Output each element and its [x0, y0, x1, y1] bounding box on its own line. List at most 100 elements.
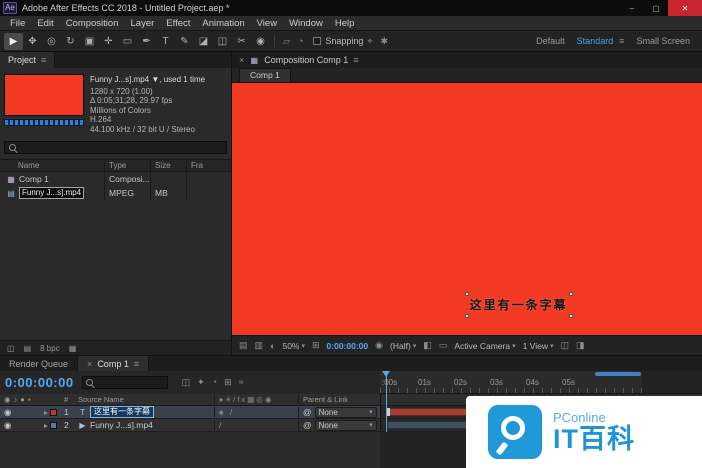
brush-tool-icon[interactable]: ✎ — [175, 33, 194, 50]
pen-tool-icon[interactable]: ✒ — [137, 33, 156, 50]
pickwhip-icon[interactable]: @ — [303, 407, 312, 417]
layer-name[interactable]: Funny J...s].mp4 — [90, 420, 153, 430]
region-of-interest-icon[interactable]: ▭ — [439, 340, 448, 351]
playhead[interactable] — [386, 371, 387, 432]
selection-tool-icon[interactable]: ▶ — [4, 33, 23, 50]
menu-help[interactable]: Help — [329, 18, 361, 29]
zoom-tool-icon[interactable]: ◎ — [42, 33, 61, 50]
frame-blend-icon[interactable]: ⊞ — [224, 377, 232, 388]
panel-menu-icon[interactable]: ≡ — [353, 55, 358, 65]
hand-tool-icon[interactable]: ✥ — [23, 33, 42, 50]
project-search-input[interactable] — [20, 142, 222, 153]
interpret-footage-icon[interactable]: ◫ — [7, 344, 15, 353]
mask-option-icon[interactable]: ▱ — [283, 36, 290, 47]
layer-switches[interactable]: / — [214, 420, 298, 430]
stroke-option-icon[interactable]: ◔ — [298, 36, 303, 46]
workspace-standard[interactable]: Standard — [577, 36, 614, 46]
selected-text-layer[interactable]: 这里有一条字幕 — [470, 296, 568, 314]
tab-close-icon[interactable]: × — [87, 359, 92, 369]
parent-dropdown[interactable]: None ▾ — [315, 407, 377, 418]
eraser-tool-icon[interactable]: ◫ — [213, 33, 232, 50]
table-row-comp1[interactable]: ▦ Comp 1 Composi... — [0, 172, 231, 186]
column-layer-number[interactable]: # — [64, 395, 78, 404]
workspace-default[interactable]: Default — [536, 36, 565, 46]
tab-composition-comp1[interactable]: Composition Comp 1 — [264, 55, 348, 65]
clone-stamp-tool-icon[interactable]: ◪ — [194, 33, 213, 50]
menu-animation[interactable]: Animation — [196, 18, 250, 29]
motion-blur-icon[interactable]: ≈ — [239, 377, 244, 388]
viewer-timecode[interactable]: 0:00:00:00 — [327, 341, 369, 351]
zoom-dropdown[interactable]: 50% ▾ — [282, 341, 305, 351]
viewer-tab-comp1[interactable]: Comp 1 — [239, 68, 291, 82]
item-name[interactable]: Funny J...s].mp4 — [19, 187, 84, 199]
snap-options-icon[interactable]: ✱ — [380, 36, 388, 47]
close-button[interactable]: ✕ — [668, 0, 702, 16]
selection-handle[interactable] — [569, 292, 573, 296]
camera-tool-icon[interactable]: ▣ — [80, 33, 99, 50]
panel-menu-icon[interactable]: ≡ — [41, 55, 46, 65]
pickwhip-icon[interactable]: @ — [303, 420, 312, 430]
column-parent-link[interactable]: Parent & Link — [298, 395, 380, 404]
pan-behind-tool-icon[interactable]: ✛ — [99, 33, 118, 50]
maximize-button[interactable]: ▢ — [644, 0, 668, 16]
new-composition-icon[interactable]: ▦ — [69, 344, 77, 353]
audio-icon[interactable]: ♪ — [14, 395, 18, 404]
tab-timeline-comp1[interactable]: × Comp 1 ≡ — [78, 356, 149, 371]
table-row-footage[interactable]: ▤ Funny J...s].mp4 MPEG MB — [0, 186, 231, 200]
layer-name[interactable]: 这里有一条字幕 — [90, 406, 154, 418]
snapping-checkbox[interactable] — [313, 37, 321, 45]
menu-file[interactable]: File — [4, 18, 31, 29]
snapshot-icon[interactable]: ◉ — [375, 340, 383, 351]
new-folder-icon[interactable]: ▤ — [24, 344, 32, 353]
time-ruler[interactable]: :00s 01s 02s 03s 04s 05s — [380, 371, 702, 394]
column-size[interactable]: Size — [150, 160, 186, 171]
type-tool-icon[interactable]: T — [156, 33, 175, 50]
expand-arrow-icon[interactable]: ▸ — [44, 408, 48, 417]
layer-switches-icons[interactable]: ♠✳/fx▦◎◉ — [214, 395, 298, 404]
view-layout-dropdown[interactable]: 1 View ▾ — [523, 341, 554, 351]
menu-layer[interactable]: Layer — [125, 18, 161, 29]
tab-project[interactable]: Project ≡ — [0, 52, 55, 68]
tab-render-queue[interactable]: Render Queue — [0, 356, 78, 371]
tab-close-icon[interactable]: × — [239, 55, 244, 65]
menu-composition[interactable]: Composition — [60, 18, 125, 29]
puppet-tool-icon[interactable]: ◉ — [251, 33, 270, 50]
pixel-aspect-icon[interactable]: ◫ — [560, 340, 569, 351]
menu-effect[interactable]: Effect — [160, 18, 196, 29]
column-type[interactable]: Type — [104, 160, 150, 171]
workspace-small-screen[interactable]: Small Screen — [636, 36, 690, 46]
magnification-icon[interactable]: ▥ — [255, 340, 264, 351]
always-preview-icon[interactable]: ▤ — [239, 340, 248, 351]
composition-viewport[interactable]: 这里有一条字幕 — [232, 83, 702, 335]
column-source-name[interactable]: Source Name — [78, 395, 214, 404]
menu-edit[interactable]: Edit — [31, 18, 59, 29]
eye-icon[interactable]: ◉ — [4, 420, 11, 431]
selection-handle[interactable] — [465, 314, 469, 318]
lock-icon[interactable]: ▪ — [28, 395, 31, 404]
column-frames[interactable]: Fra — [186, 160, 231, 171]
minimize-button[interactable]: – — [620, 0, 644, 16]
resolution-dropdown[interactable]: (Half) ▾ — [390, 341, 416, 351]
shape-tool-icon[interactable]: ▭ — [118, 33, 137, 50]
rotate-tool-icon[interactable]: ↻ — [61, 33, 80, 50]
mask-visibility-icon[interactable]: ◐ — [270, 341, 275, 351]
fast-previews-icon[interactable]: ◨ — [576, 340, 585, 351]
camera-dropdown[interactable]: Active Camera ▾ — [454, 341, 515, 351]
subtitle-text[interactable]: 这里有一条字幕 — [470, 298, 568, 312]
composition-mini-flowchart-icon[interactable]: ◫ — [182, 377, 191, 388]
hide-shy-icon[interactable]: ◔ — [212, 377, 217, 388]
current-timecode[interactable]: 0:00:00:00 — [5, 375, 74, 390]
roto-brush-tool-icon[interactable]: ✂ — [232, 33, 251, 50]
channels-icon[interactable]: ◧ — [423, 340, 432, 351]
menu-window[interactable]: Window — [283, 18, 329, 29]
draft3d-icon[interactable]: ✦ — [197, 377, 205, 388]
expand-arrow-icon[interactable]: ▸ — [44, 421, 48, 430]
selection-handle[interactable] — [465, 292, 469, 296]
menu-view[interactable]: View — [251, 18, 283, 29]
workspace-menu-icon[interactable]: ≡ — [619, 36, 624, 46]
project-bitdepth[interactable]: 8 bpc — [40, 344, 60, 353]
panel-menu-icon[interactable]: ≡ — [134, 359, 139, 369]
layer-switches[interactable]: ♠ / — [214, 407, 298, 417]
parent-dropdown[interactable]: None ▾ — [315, 420, 377, 431]
selection-handle[interactable] — [569, 314, 573, 318]
